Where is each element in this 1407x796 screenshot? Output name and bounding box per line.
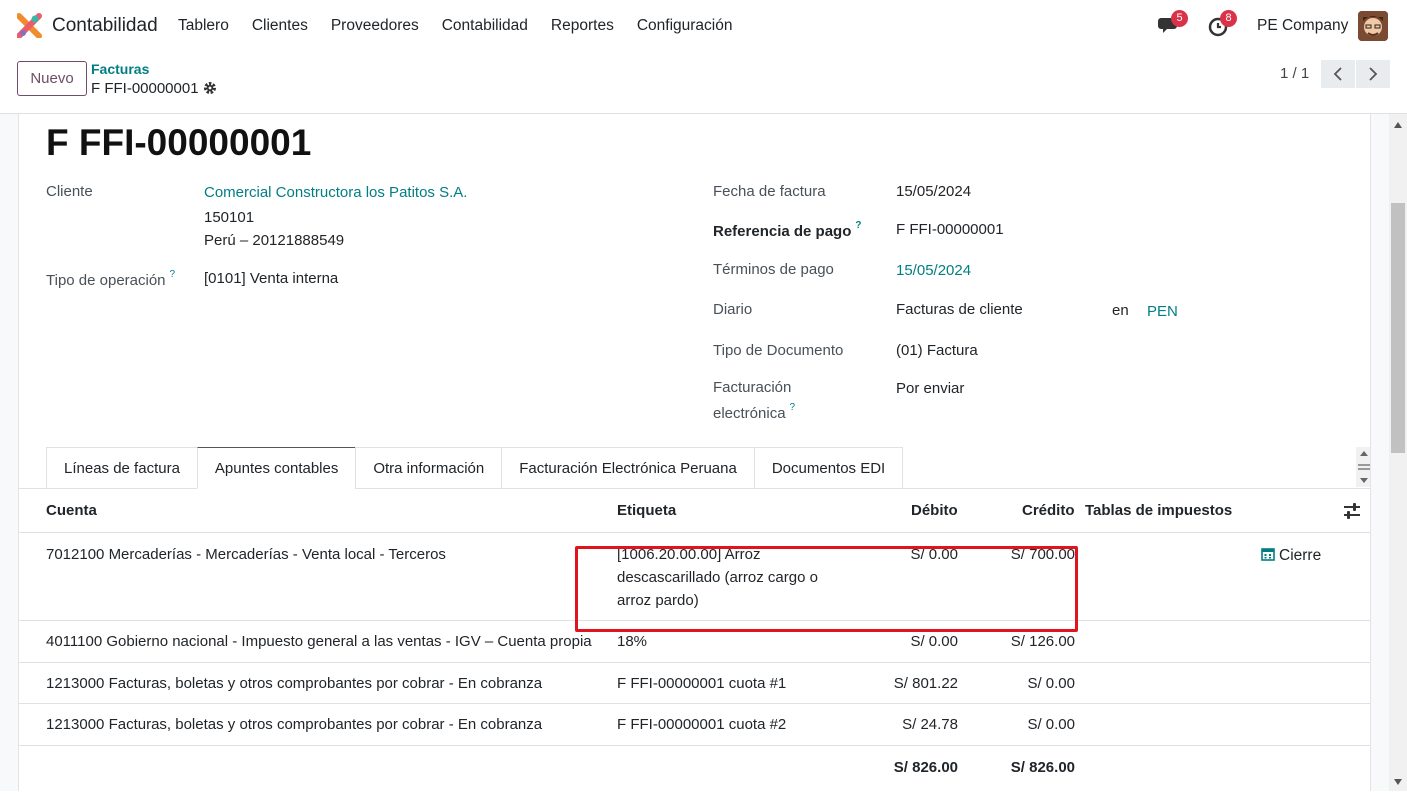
top-navbar: Contabilidad Tablero Clientes Proveedore… (0, 0, 1407, 52)
help-icon[interactable]: ? (170, 269, 176, 280)
fecha-factura-field[interactable]: 15/05/2024 (896, 183, 971, 200)
help-icon[interactable]: ? (790, 402, 796, 413)
breadcrumb-current: F FFI-00000001 (91, 80, 199, 97)
new-button[interactable]: Nuevo (17, 61, 87, 96)
scroll-arrows-icon (1358, 451, 1370, 483)
activities-button[interactable]: 8 (1207, 10, 1237, 37)
credito-cell[interactable]: S/ 700.00 (974, 543, 1075, 566)
table-header: Cuenta Etiqueta Débito Crédito Tablas de… (19, 489, 1370, 533)
menu-tablero[interactable]: Tablero (178, 17, 229, 35)
tabs-scrollbar[interactable] (1356, 447, 1370, 487)
cliente-link[interactable]: Comercial Constructora los Patitos S.A. (204, 184, 467, 201)
breadcrumb-facturas[interactable]: Facturas (91, 61, 149, 77)
messages-button[interactable]: 5 (1158, 10, 1188, 37)
cierre-tag[interactable]: Cierre (1261, 544, 1321, 567)
debito-cell[interactable]: S/ 0.00 (858, 543, 958, 566)
accounting-app-icon[interactable] (17, 13, 42, 38)
etiqueta-cell[interactable]: descascarillado (arroz cargo o (617, 566, 818, 589)
col-cuenta[interactable]: Cuenta (46, 502, 97, 519)
total-debito: S/ 826.00 (893, 759, 958, 776)
control-panel: Nuevo Facturas F FFI-00000001 1 / 1 (0, 52, 1407, 114)
pager-next-button[interactable] (1356, 60, 1390, 88)
cuenta-cell[interactable]: 7012100 Mercaderías - Mercaderías - Vent… (46, 543, 446, 566)
pager-previous-button[interactable] (1321, 60, 1355, 88)
table-row[interactable]: 1213000 Facturas, boletas y otros compro… (19, 663, 1370, 704)
credito-cell[interactable]: S/ 0.00 (974, 713, 1075, 736)
user-avatar-icon (1358, 11, 1388, 41)
table-row[interactable]: 4011100 Gobierno nacional - Impuesto gen… (19, 621, 1370, 663)
user-avatar[interactable] (1358, 11, 1388, 41)
chevron-right-icon (1369, 67, 1378, 81)
pager-value[interactable]: 1 / 1 (1280, 65, 1309, 82)
debito-cell[interactable]: S/ 0.00 (858, 630, 958, 653)
cliente-label: Cliente (46, 183, 93, 200)
calendar-icon (1261, 548, 1275, 561)
form-sheet: F FFI-00000001 Cliente Comercial Constru… (18, 114, 1371, 791)
menu-contabilidad[interactable]: Contabilidad (442, 17, 528, 35)
col-tablas-impuestos[interactable]: Tablas de impuestos (1085, 502, 1232, 519)
tipo-operacion-field[interactable]: [0101] Venta interna (204, 270, 338, 287)
menu-clientes[interactable]: Clientes (252, 17, 308, 35)
col-debito[interactable]: Débito (911, 502, 958, 519)
company-switcher[interactable]: PE Company (1257, 17, 1348, 35)
etiqueta-cell[interactable]: F FFI-00000001 cuota #2 (617, 713, 786, 736)
chevron-left-icon (1333, 67, 1342, 81)
total-credito: S/ 826.00 (1010, 759, 1075, 776)
col-etiqueta[interactable]: Etiqueta (617, 502, 676, 519)
credito-cell[interactable]: S/ 126.00 (974, 630, 1075, 653)
activities-badge: 8 (1220, 10, 1237, 27)
terminos-pago-field[interactable]: 15/05/2024 (896, 262, 971, 279)
etiqueta-cell[interactable]: 18% (617, 630, 647, 653)
en-label: en (1112, 302, 1129, 319)
credito-cell[interactable]: S/ 0.00 (974, 672, 1075, 695)
invoice-title: F FFI-00000001 (46, 122, 312, 163)
column-settings-icon[interactable] (1343, 503, 1361, 519)
etiqueta-cell[interactable]: arroz pardo) (617, 589, 699, 612)
debito-cell[interactable]: S/ 24.78 (858, 713, 958, 736)
cliente-address-1: 150101 (204, 209, 255, 226)
page-scrollbar-thumb[interactable] (1391, 203, 1405, 453)
etiqueta-cell[interactable]: [1006.20.00.00] Arroz (617, 543, 760, 566)
tipo-documento-field[interactable]: (01) Factura (896, 342, 978, 359)
app-name[interactable]: Contabilidad (52, 15, 158, 37)
tab-apuntes-contables[interactable]: Apuntes contables (196, 447, 356, 489)
referencia-pago-label: Referencia de pago? (713, 220, 862, 240)
tipo-documento-label: Tipo de Documento (713, 342, 844, 359)
terminos-pago-label: Términos de pago (713, 261, 834, 278)
table-row[interactable]: 7012100 Mercaderías - Mercaderías - Vent… (19, 533, 1370, 621)
notebook-tabs: Líneas de factura Apuntes contables Otra… (46, 447, 904, 489)
menu-proveedores[interactable]: Proveedores (331, 17, 419, 35)
tab-lineas-factura[interactable]: Líneas de factura (46, 447, 197, 489)
menu-reportes[interactable]: Reportes (551, 17, 614, 35)
debito-cell[interactable]: S/ 801.22 (858, 672, 958, 695)
tipo-operacion-label: Tipo de operación? (46, 269, 176, 289)
cuenta-cell[interactable]: 4011100 Gobierno nacional - Impuesto gen… (46, 630, 592, 653)
referencia-pago-field[interactable]: F FFI-00000001 (896, 221, 1004, 238)
main-menu: Tablero Clientes Proveedores Contabilida… (178, 17, 755, 35)
currency-field[interactable]: PEN (1147, 303, 1178, 320)
diario-field[interactable]: Facturas de cliente (896, 301, 1023, 318)
help-icon[interactable]: ? (855, 220, 861, 231)
fecha-factura-label: Fecha de factura (713, 183, 826, 200)
cuenta-cell[interactable]: 1213000 Facturas, boletas y otros compro… (46, 672, 542, 695)
tab-facturacion-electronica[interactable]: Facturación Electrónica Peruana (501, 447, 754, 489)
tab-otra-informacion[interactable]: Otra información (355, 447, 502, 489)
diario-label: Diario (713, 301, 753, 318)
gear-icon[interactable] (203, 81, 217, 95)
table-row[interactable]: 1213000 Facturas, boletas y otros compro… (19, 704, 1370, 746)
tab-documentos-edi[interactable]: Documentos EDI (753, 447, 904, 489)
menu-configuracion[interactable]: Configuración (637, 17, 733, 35)
cuenta-cell[interactable]: 1213000 Facturas, boletas y otros compro… (46, 713, 542, 736)
facturacion-electronica-label-2: electrónica? (713, 402, 796, 422)
facturacion-electronica-label-1: Facturación (713, 379, 792, 396)
cliente-address-2: Perú – 20121888549 (204, 232, 345, 249)
col-credito[interactable]: Crédito (1022, 502, 1075, 519)
facturacion-electronica-field: Por enviar (896, 380, 965, 397)
messages-badge: 5 (1171, 10, 1188, 27)
etiqueta-cell[interactable]: F FFI-00000001 cuota #1 (617, 672, 786, 695)
table-totals-row: S/ 826.00 S/ 826.00 (19, 746, 1370, 791)
